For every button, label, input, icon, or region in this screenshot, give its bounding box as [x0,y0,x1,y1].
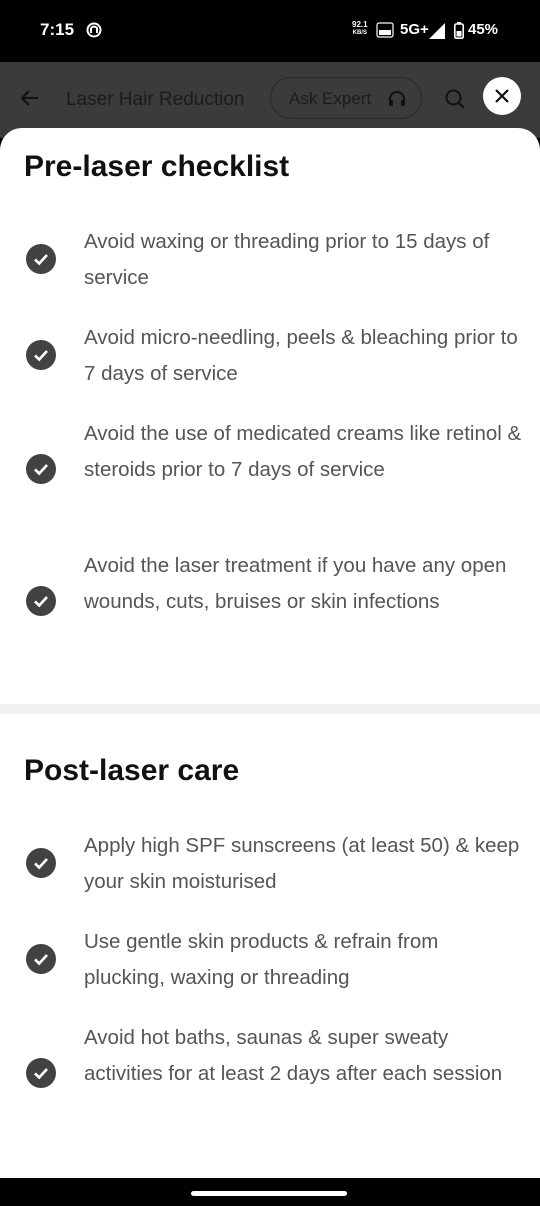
headset-icon [389,91,405,106]
ask-expert-button[interactable]: Ask Expert [270,77,422,119]
item-text: Use gentle skin products & refrain from … [84,930,439,989]
network-type: 5G+ [400,21,429,38]
check-circle-icon [26,244,56,274]
check-circle-icon [26,340,56,370]
post-laser-title: Post-laser care [24,754,240,787]
pre-laser-title: Pre-laser checklist [24,150,290,183]
status-bar: 7:15 92.1 KB/S 5G+ 45% [0,0,540,62]
item-text: Avoid the laser treatment if you have an… [84,554,507,613]
check-circle-icon [26,944,56,974]
network-speed: 92.1 KB/S [352,20,368,36]
check-circle-icon [26,1058,56,1088]
item-text: Avoid hot baths, saunas & super sweaty a… [84,1026,503,1085]
battery-icon [454,22,464,39]
check-circle-icon [26,454,56,484]
signal-icon [429,23,445,39]
app-notification-icon [86,22,102,38]
back-arrow-icon[interactable] [20,88,40,108]
close-button[interactable] [483,77,521,115]
care-instructions-sheet: Pre-laser checklist Avoid waxing or thre… [0,128,540,1178]
close-icon [495,89,509,103]
item-text: Apply high SPF sunscreens (at least 50) … [84,834,520,893]
check-circle-icon [26,586,56,616]
item-text: Avoid waxing or threading prior to 15 da… [84,230,490,289]
section-divider [0,704,540,714]
page-header: Laser Hair Reduction Ask Expert [0,62,540,138]
system-nav-bar [0,1178,540,1206]
ask-expert-label: Ask Expert [289,89,372,108]
battery-percent: 45% [468,21,499,38]
volte-icon [376,22,394,38]
home-indicator[interactable] [191,1191,347,1196]
item-text: Avoid micro-needling, peels & bleaching … [84,326,518,385]
search-icon[interactable] [444,88,466,110]
status-time: 7:15 [40,20,75,39]
check-circle-icon [26,848,56,878]
page-title: Laser Hair Reduction [66,89,245,110]
item-text: Avoid the use of medicated creams like r… [84,422,522,481]
